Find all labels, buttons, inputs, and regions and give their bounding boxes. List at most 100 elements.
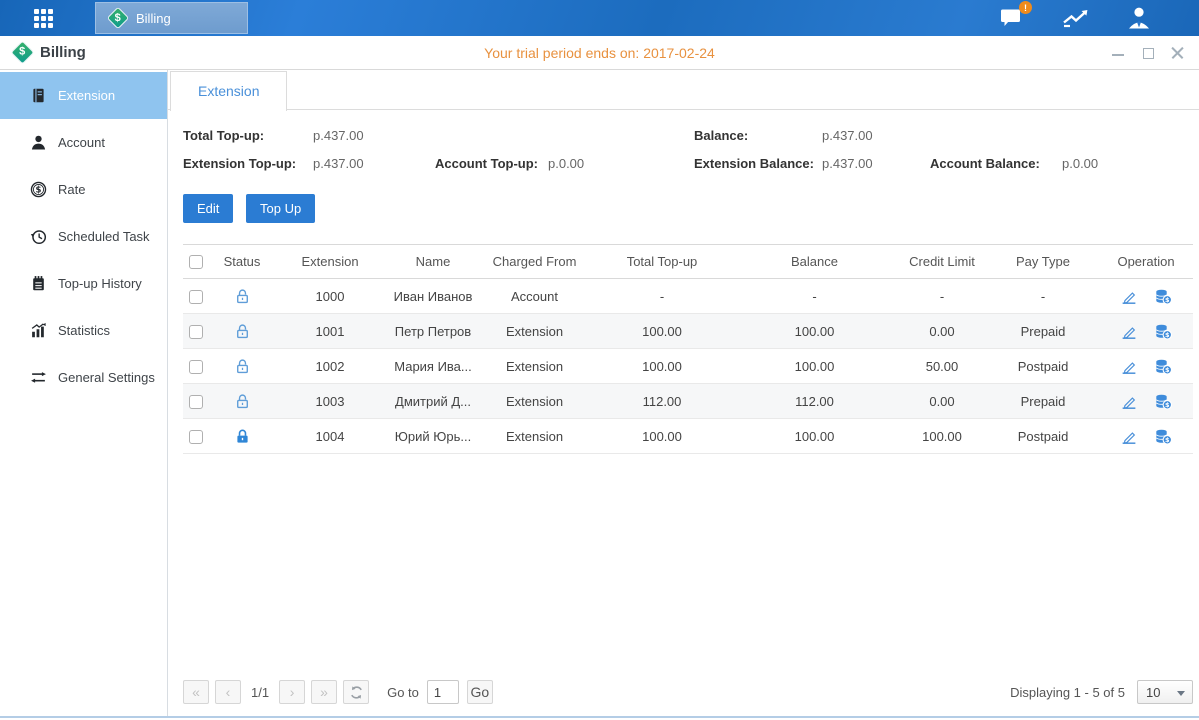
tab-extension[interactable]: Extension bbox=[170, 71, 287, 111]
top-up-icon[interactable] bbox=[1154, 358, 1172, 375]
top-up-button[interactable]: Top Up bbox=[246, 194, 315, 223]
app-launcher-icon[interactable] bbox=[34, 9, 53, 28]
content-area: Total Top-up: p.437.00 Balance: p.437.00… bbox=[168, 110, 1199, 454]
sidebar-item-scheduled-task[interactable]: Scheduled Task bbox=[0, 213, 167, 260]
topbar-icons: ! bbox=[997, 5, 1199, 31]
top-up-icon[interactable] bbox=[1154, 428, 1172, 445]
table-row: 1004 Юрий Юрь... Extension 100.00 100.00… bbox=[183, 419, 1193, 454]
select-all-cell bbox=[183, 245, 213, 279]
pay-type-cell: Postpaid bbox=[987, 349, 1099, 384]
header-total-topup: Total Top-up bbox=[592, 245, 732, 279]
row-checkbox[interactable] bbox=[189, 290, 203, 304]
statistics-chart-icon[interactable] bbox=[1061, 5, 1089, 31]
main-panel: Extension Total Top-up: p.437.00 Balance… bbox=[168, 70, 1199, 716]
credit-limit-cell: 50.00 bbox=[897, 349, 987, 384]
header-pay-type: Pay Type bbox=[987, 245, 1099, 279]
balance-cell: - bbox=[732, 279, 897, 314]
balance-cell: 100.00 bbox=[732, 419, 897, 454]
header-status: Status bbox=[213, 245, 271, 279]
next-page-button[interactable]: › bbox=[279, 680, 305, 704]
account-topup-label: Account Top-up: bbox=[435, 156, 548, 171]
top-up-icon[interactable] bbox=[1154, 288, 1172, 305]
messages-icon[interactable]: ! bbox=[997, 5, 1025, 31]
sidebar-item-statistics[interactable]: Statistics bbox=[0, 307, 167, 354]
pay-type-cell: - bbox=[987, 279, 1099, 314]
unlocked-icon[interactable] bbox=[234, 288, 251, 305]
row-checkbox-cell bbox=[183, 314, 213, 349]
history-clock-icon bbox=[30, 228, 47, 245]
close-icon[interactable] bbox=[1171, 46, 1185, 60]
maximize-icon[interactable] bbox=[1141, 46, 1155, 60]
taskbar-tab-billing[interactable]: $ Billing bbox=[95, 2, 248, 34]
balance-cell: 112.00 bbox=[732, 384, 897, 419]
sidebar-item-extension[interactable]: Extension bbox=[0, 72, 167, 119]
table-row: 1000 Иван Иванов Account - - - - bbox=[183, 279, 1193, 314]
sidebar-item-general-settings[interactable]: General Settings bbox=[0, 354, 167, 401]
row-checkbox[interactable] bbox=[189, 360, 203, 374]
billing-window-icon: $ bbox=[10, 40, 34, 64]
pagination-bar: « ‹ 1/1 › » Go to Go Displaying 1 - 5 of… bbox=[183, 680, 1193, 704]
edit-icon[interactable] bbox=[1120, 323, 1138, 340]
sidebar-item-account[interactable]: Account bbox=[0, 119, 167, 166]
table-row: 1002 Мария Ива... Extension 100.00 100.0… bbox=[183, 349, 1193, 384]
top-up-icon[interactable] bbox=[1154, 393, 1172, 410]
page-size-select[interactable]: 10 bbox=[1137, 680, 1193, 704]
go-button[interactable]: Go bbox=[467, 680, 493, 704]
credit-limit-cell: 0.00 bbox=[897, 384, 987, 419]
edit-icon[interactable] bbox=[1120, 393, 1138, 410]
charged-from-cell: Extension bbox=[477, 349, 592, 384]
pay-type-cell: Prepaid bbox=[987, 384, 1099, 419]
unlocked-icon[interactable] bbox=[234, 393, 251, 410]
charged-from-cell: Extension bbox=[477, 384, 592, 419]
sidebar-item-label: Extension bbox=[58, 88, 115, 103]
bar-chart-icon bbox=[30, 322, 47, 339]
window-title-bar: $ Billing Your trial period ends on: 201… bbox=[0, 36, 1199, 70]
goto-page-input[interactable] bbox=[427, 680, 459, 704]
extension-topup-value: p.437.00 bbox=[313, 156, 435, 171]
summary-row-1: Total Top-up: p.437.00 Balance: p.437.00 bbox=[183, 128, 1193, 143]
sidebar-item-topup-history[interactable]: Top-up History bbox=[0, 260, 167, 307]
user-account-icon[interactable] bbox=[1125, 5, 1153, 31]
edit-icon[interactable] bbox=[1120, 288, 1138, 305]
extension-table: Status Extension Name Charged From Total… bbox=[183, 244, 1193, 454]
edit-icon[interactable] bbox=[1120, 358, 1138, 375]
last-page-button[interactable]: » bbox=[311, 680, 337, 704]
name-cell: Петр Петров bbox=[389, 314, 477, 349]
person-icon bbox=[30, 134, 47, 151]
row-checkbox[interactable] bbox=[189, 395, 203, 409]
refresh-button[interactable] bbox=[343, 680, 369, 704]
total-topup-cell: 112.00 bbox=[592, 384, 732, 419]
status-cell bbox=[213, 349, 271, 384]
prev-page-button[interactable]: ‹ bbox=[215, 680, 241, 704]
page-indicator: 1/1 bbox=[251, 685, 269, 700]
goto-label: Go to bbox=[387, 685, 419, 700]
locked-icon[interactable] bbox=[234, 428, 251, 445]
extension-cell: 1001 bbox=[271, 314, 389, 349]
action-buttons: Edit Top Up bbox=[183, 194, 1193, 223]
row-checkbox[interactable] bbox=[189, 430, 203, 444]
total-topup-cell: - bbox=[592, 279, 732, 314]
top-up-icon[interactable] bbox=[1154, 323, 1172, 340]
total-topup-cell: 100.00 bbox=[592, 314, 732, 349]
sidebar-item-label: Scheduled Task bbox=[58, 229, 150, 244]
summary-row-2: Extension Top-up: p.437.00 Account Top-u… bbox=[183, 156, 1193, 171]
select-all-checkbox[interactable] bbox=[189, 255, 203, 269]
unlocked-icon[interactable] bbox=[234, 323, 251, 340]
sidebar: Extension Account $ Rate Scheduled Task bbox=[0, 70, 168, 716]
row-checkbox[interactable] bbox=[189, 325, 203, 339]
balance-value: p.437.00 bbox=[822, 128, 873, 143]
sidebar-item-rate[interactable]: $ Rate bbox=[0, 166, 167, 213]
unlocked-icon[interactable] bbox=[234, 358, 251, 375]
extension-cell: 1004 bbox=[271, 419, 389, 454]
top-bar: $ Billing ! bbox=[0, 0, 1199, 36]
operation-cell bbox=[1099, 349, 1193, 384]
status-cell bbox=[213, 314, 271, 349]
page-size-value: 10 bbox=[1146, 685, 1160, 700]
minimize-icon[interactable] bbox=[1111, 46, 1125, 60]
header-charged-from: Charged From bbox=[477, 245, 592, 279]
operation-cell bbox=[1099, 314, 1193, 349]
first-page-button[interactable]: « bbox=[183, 680, 209, 704]
edit-icon[interactable] bbox=[1120, 428, 1138, 445]
edit-button[interactable]: Edit bbox=[183, 194, 233, 223]
extension-cell: 1000 bbox=[271, 279, 389, 314]
